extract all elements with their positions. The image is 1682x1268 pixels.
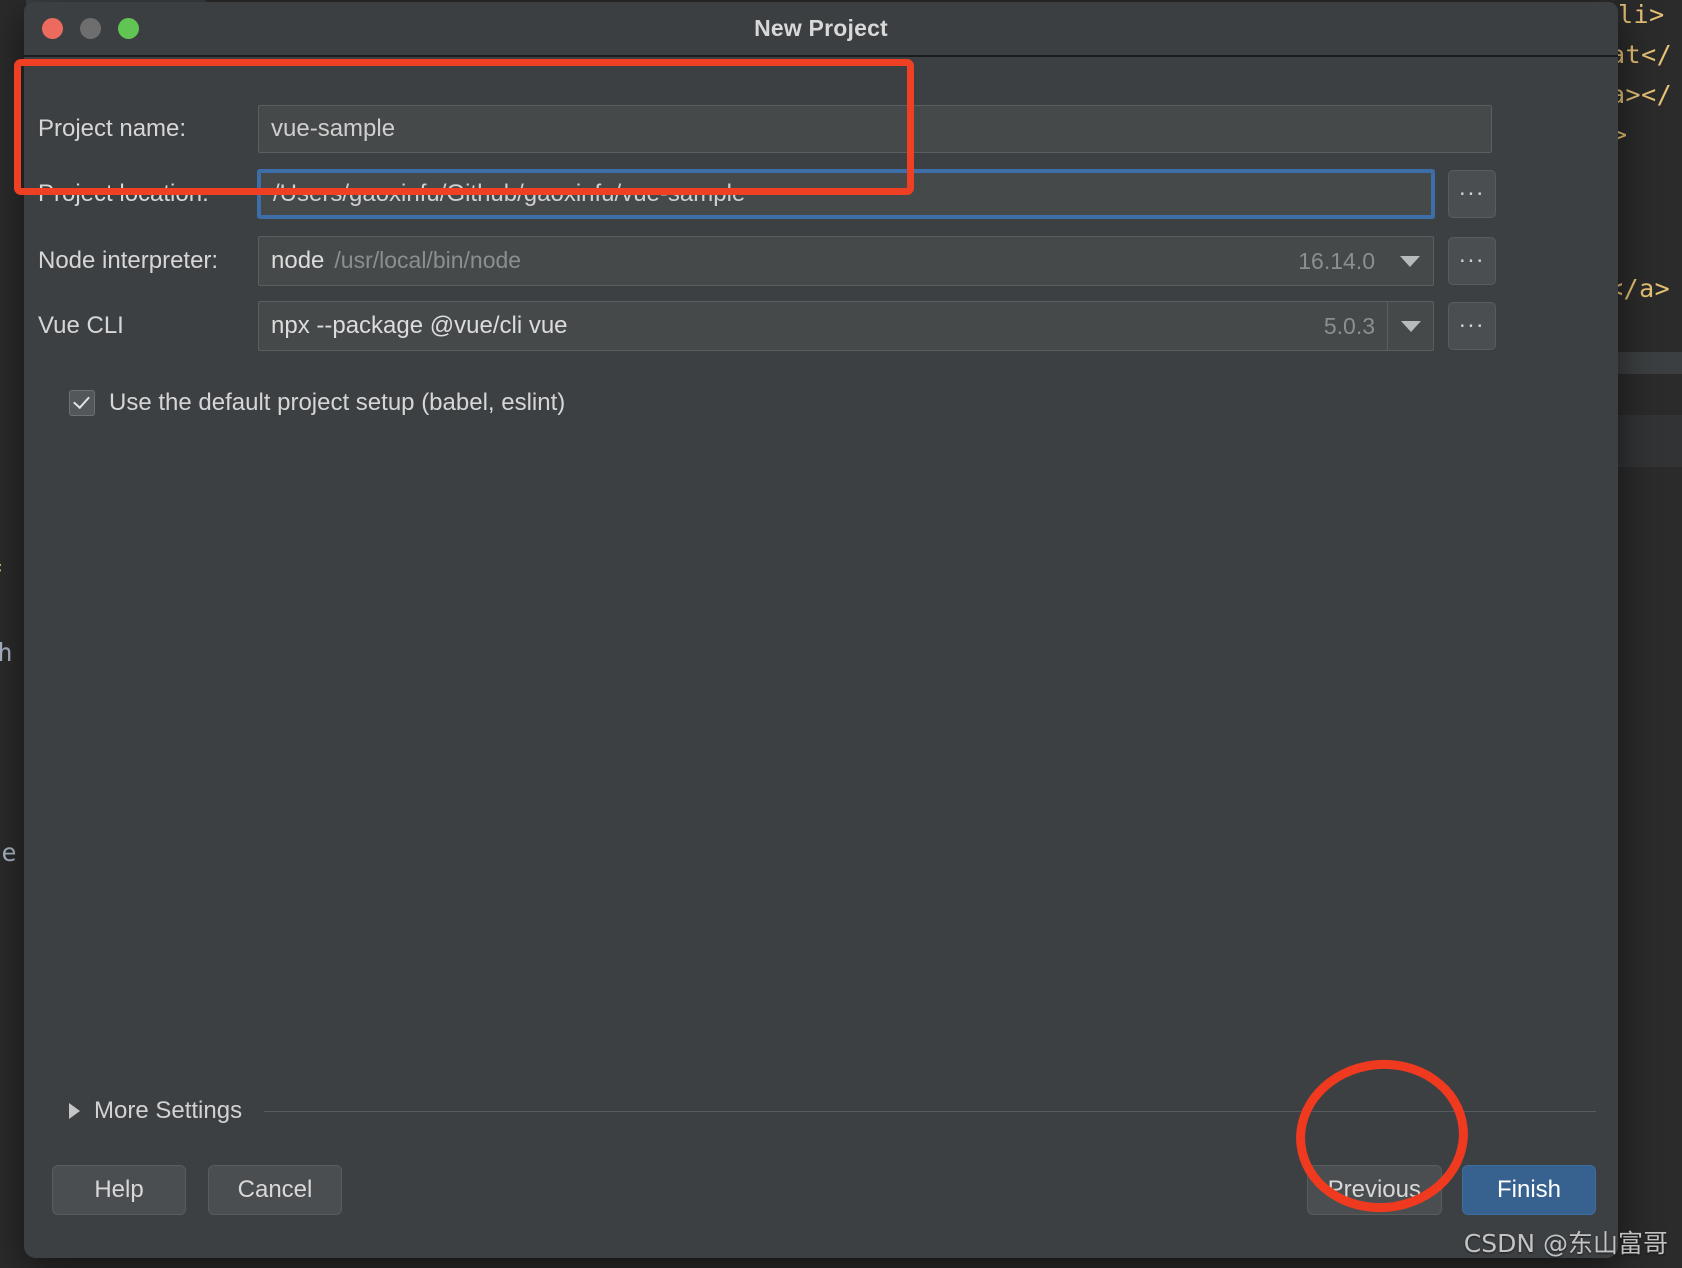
node-interpreter-label: Node interpreter:: [38, 247, 219, 274]
chevron-down-icon: [1400, 320, 1421, 332]
editor-scrollbar-strip[interactable]: [1618, 352, 1682, 374]
code-fragment-left-2: gh: [0, 638, 14, 667]
more-settings-label: More Settings: [94, 1097, 243, 1124]
more-settings-row[interactable]: More Settings: [69, 1097, 1596, 1125]
dialog-title: New Project: [754, 15, 888, 41]
code-fragment-left-3: le: [0, 838, 18, 867]
new-project-dialog: New Project Project name: vue-sample Pro…: [24, 2, 1618, 1258]
project-name-label: Project name:: [38, 115, 187, 142]
vue-cli-value-group: npx --package @vue/cli vue: [259, 312, 1324, 340]
project-location-input[interactable]: /Users/gaoxinfu/Github/gaoxinfu/vue-samp…: [258, 170, 1434, 218]
editor-left-sliver: f gh le: [0, 0, 26, 1268]
cancel-button[interactable]: Cancel: [208, 1165, 342, 1215]
vue-cli-browse-button[interactable]: ...: [1448, 302, 1496, 350]
node-interpreter-dropdown-button[interactable]: [1387, 237, 1433, 285]
previous-button[interactable]: Previous: [1306, 1165, 1442, 1215]
dialog-titlebar: New Project: [24, 2, 1618, 57]
vue-cli-combo[interactable]: npx --package @vue/cli vue 5.0.3: [258, 301, 1434, 351]
default-setup-row[interactable]: Use the default project setup (babel, es…: [69, 389, 565, 417]
vue-cli-row: Vue CLI npx --package @vue/cli vue 5.0.3…: [38, 301, 1580, 351]
project-name-input[interactable]: vue-sample: [258, 105, 1492, 153]
vue-cli-version: 5.0.3: [1323, 312, 1375, 339]
node-interpreter-browse-button[interactable]: ...: [1448, 237, 1496, 285]
code-fragment-left-1: f: [0, 560, 4, 589]
default-setup-label: Use the default project setup (babel, es…: [109, 389, 566, 416]
chevron-down-icon: [1400, 255, 1420, 267]
node-interpreter-value-group: node /usr/local/bin/node: [259, 247, 1298, 275]
node-interpreter-combo[interactable]: node /usr/local/bin/node 16.14.0: [258, 236, 1434, 286]
node-interpreter-version: 16.14.0: [1298, 247, 1375, 274]
finish-button[interactable]: Finish: [1462, 1165, 1596, 1215]
csdn-watermark: CSDN @东山富哥: [1463, 1229, 1668, 1258]
project-location-row: Project location: /Users/gaoxinfu/Github…: [38, 170, 1580, 218]
code-fragment-right-1: li>: [1618, 0, 1665, 29]
more-settings-divider: [264, 1110, 1596, 1112]
vue-cli-label: Vue CLI: [38, 312, 124, 339]
dialog-body: Project name: vue-sample Project locatio…: [24, 57, 1618, 1258]
vue-cli-value: npx --package @vue/cli vue: [271, 312, 568, 339]
vue-cli-dropdown-button[interactable]: [1387, 302, 1433, 350]
footer-left-buttons: Help Cancel: [52, 1165, 342, 1215]
node-interpreter-path: /usr/local/bin/node: [334, 247, 522, 273]
default-setup-checkbox[interactable]: [69, 390, 95, 416]
help-button[interactable]: Help: [52, 1165, 186, 1215]
code-fragment-right-2: at</: [1610, 40, 1673, 69]
project-name-row: Project name: vue-sample: [38, 105, 1498, 153]
node-interpreter-row: Node interpreter: node /usr/local/bin/no…: [38, 236, 1580, 286]
editor-panel-strip: [1618, 415, 1682, 467]
editor-right-sliver: li> at</ a></ > </a>: [1608, 0, 1682, 1268]
node-interpreter-value: node: [271, 247, 325, 274]
footer-right-buttons: Previous Finish: [1306, 1165, 1596, 1215]
project-location-browse-button[interactable]: ...: [1448, 170, 1496, 218]
chevron-right-icon: [69, 1103, 80, 1119]
project-location-label: Project location:: [38, 180, 209, 207]
code-fragment-right-3: a></: [1610, 80, 1673, 109]
